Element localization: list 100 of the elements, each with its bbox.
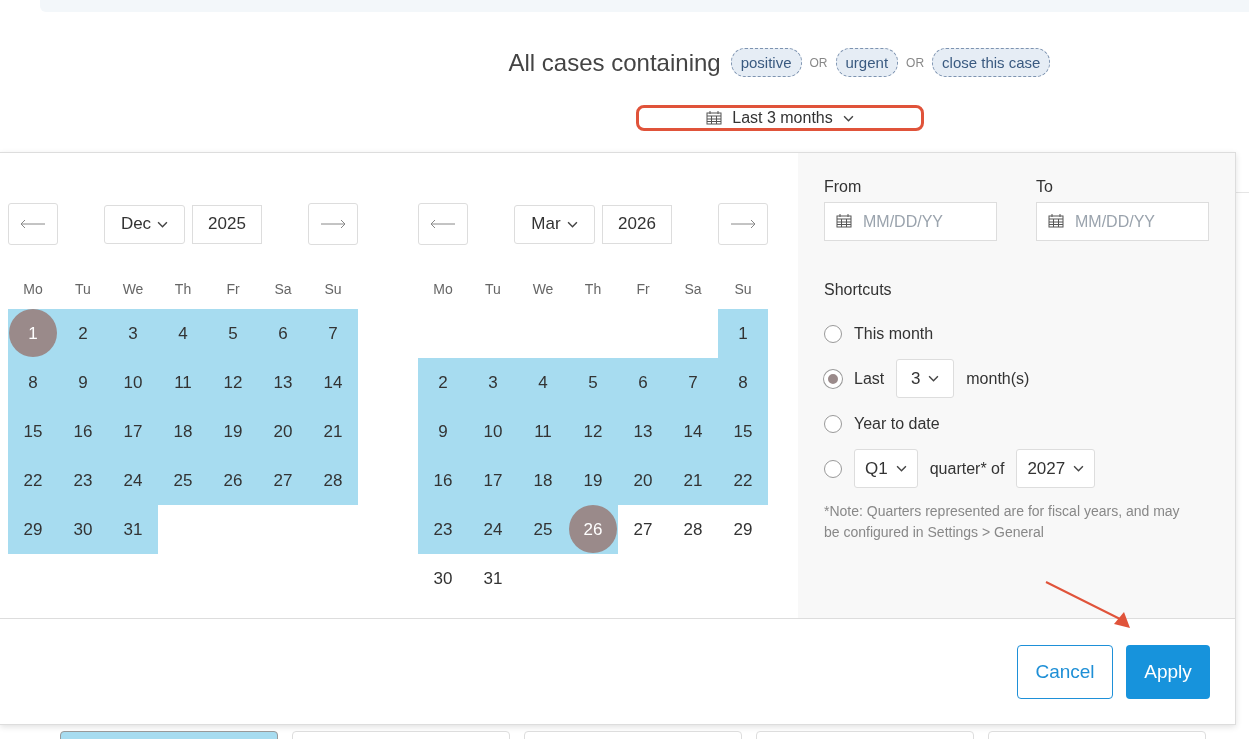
year-field[interactable]: 2025 xyxy=(192,204,262,244)
option-label: quarter* of xyxy=(929,459,1005,478)
calendar-day[interactable]: 8 xyxy=(718,358,768,407)
calendar-day[interactable]: 27 xyxy=(258,456,308,505)
calendar-day[interactable]: 4 xyxy=(518,358,568,407)
calendar-day[interactable]: 3 xyxy=(108,309,158,358)
weekday-label: Su xyxy=(733,280,753,299)
next-month-button[interactable] xyxy=(308,203,358,245)
weekday-label: Th xyxy=(173,280,193,299)
calendar-day[interactable]: 15 xyxy=(718,407,768,456)
radio-button[interactable] xyxy=(824,414,842,433)
calendar-day[interactable]: 31 xyxy=(468,554,518,603)
calendar-day[interactable]: 24 xyxy=(108,456,158,505)
calendar-day[interactable]: 10 xyxy=(108,358,158,407)
weekday-label: Th xyxy=(583,280,603,299)
calendar-day[interactable]: 14 xyxy=(668,407,718,456)
calendar-day[interactable]: 13 xyxy=(258,358,308,407)
date-input-field[interactable]: MM/DD/YY xyxy=(824,202,997,241)
calendar-day[interactable]: 17 xyxy=(468,456,518,505)
calendar-day[interactable]: 29 xyxy=(8,505,58,554)
search-term-chip[interactable]: positive xyxy=(730,48,802,77)
calendar-day[interactable]: 28 xyxy=(668,505,718,554)
calendar-day[interactable]: 28 xyxy=(308,456,358,505)
year-field[interactable]: 2026 xyxy=(602,204,672,244)
calendar-day[interactable]: 15 xyxy=(8,407,58,456)
weekday-label: Sa xyxy=(683,280,703,299)
calendar-day[interactable]: 17 xyxy=(108,407,158,456)
calendar-day[interactable]: 22 xyxy=(718,456,768,505)
calendar-icon xyxy=(706,111,723,125)
calendar-day[interactable]: 22 xyxy=(8,456,58,505)
calendar-day[interactable]: 10 xyxy=(468,407,518,456)
search-term-chip[interactable]: urgent xyxy=(835,48,899,77)
calendar-day[interactable]: 25 xyxy=(158,456,208,505)
calendar-day[interactable]: 25 xyxy=(518,505,568,554)
calendar-day[interactable]: 5 xyxy=(568,358,618,407)
option-label: Last xyxy=(854,369,885,388)
caret-icon xyxy=(928,375,940,382)
calendar-day[interactable]: 8 xyxy=(8,358,58,407)
calendar-day[interactable]: 11 xyxy=(518,407,568,456)
calendar-day[interactable]: 2 xyxy=(418,358,468,407)
calendar-day[interactable]: 30 xyxy=(418,554,468,603)
previous-month-button[interactable] xyxy=(418,203,468,245)
calendar-day[interactable]: 20 xyxy=(618,456,668,505)
weekday-label: Fr xyxy=(635,280,651,299)
calendar-day[interactable]: 19 xyxy=(568,456,618,505)
calendar-day[interactable]: 2 xyxy=(58,309,108,358)
count-select[interactable]: 3 xyxy=(896,359,955,398)
calendar-day[interactable]: 1 xyxy=(718,309,768,358)
caret-icon xyxy=(895,465,907,472)
next-month-button[interactable] xyxy=(718,203,768,245)
month-select[interactable]: Mar xyxy=(514,204,595,244)
calendar-day[interactable]: 30 xyxy=(58,505,108,554)
calendar-day[interactable]: 18 xyxy=(158,407,208,456)
calendar-day[interactable]: 7 xyxy=(668,358,718,407)
cancel-button[interactable]: Cancel xyxy=(1017,645,1113,699)
month-select[interactable]: Dec xyxy=(104,204,185,244)
previous-month-button[interactable] xyxy=(8,203,58,245)
quarter-select[interactable]: Q1 xyxy=(854,449,918,488)
calendar-day[interactable]: 4 xyxy=(158,309,208,358)
calendar-day[interactable]: 16 xyxy=(418,456,468,505)
calendar-day[interactable]: 23 xyxy=(58,456,108,505)
calendar-day[interactable]: 23 xyxy=(418,505,468,554)
option-label: month(s) xyxy=(966,369,1030,388)
date-range-dropdown[interactable]: Last 3 months xyxy=(636,105,924,131)
calendar-day[interactable]: 20 xyxy=(258,407,308,456)
calendar-day[interactable]: 9 xyxy=(58,358,108,407)
calendar-day[interactable]: 6 xyxy=(618,358,668,407)
date-input-field[interactable]: MM/DD/YY xyxy=(1036,202,1209,241)
calendar-day[interactable]: 3 xyxy=(468,358,518,407)
calendar-day[interactable]: 19 xyxy=(208,407,258,456)
option-label: Year to date xyxy=(854,414,940,433)
calendar-day[interactable]: 5 xyxy=(208,309,258,358)
weekday-label: Mo xyxy=(22,280,44,299)
calendar-day[interactable]: 26 xyxy=(208,456,258,505)
calendar-day[interactable]: 11 xyxy=(158,358,208,407)
calendar-day[interactable]: 6 xyxy=(258,309,308,358)
calendar-day[interactable]: 13 xyxy=(618,407,668,456)
caret-icon xyxy=(157,220,169,228)
calendar-day[interactable]: 9 xyxy=(418,407,468,456)
field-label: From xyxy=(824,178,863,196)
calendar-day[interactable]: 12 xyxy=(568,407,618,456)
search-term-chip[interactable]: close this case xyxy=(932,48,1051,77)
calendar-day[interactable]: 21 xyxy=(668,456,718,505)
calendar-day[interactable]: 29 xyxy=(718,505,768,554)
or-label: OR xyxy=(809,55,828,70)
calendar-day[interactable]: 7 xyxy=(308,309,358,358)
radio-button[interactable] xyxy=(824,459,842,478)
year-select[interactable]: 2027 xyxy=(1016,449,1096,488)
calendar-day[interactable]: 14 xyxy=(308,358,358,407)
calendar-day[interactable]: 16 xyxy=(58,407,108,456)
radio-button[interactable] xyxy=(824,324,842,343)
calendar-day[interactable]: 31 xyxy=(108,505,158,554)
calendar-day[interactable]: 21 xyxy=(308,407,358,456)
or-label: OR xyxy=(906,55,925,70)
calendar-day[interactable]: 12 xyxy=(208,358,258,407)
calendar-day[interactable]: 18 xyxy=(518,456,568,505)
weekday-label: Tu xyxy=(74,280,92,299)
calendar-day[interactable]: 27 xyxy=(618,505,668,554)
left-arrow-icon xyxy=(20,219,46,229)
calendar-day[interactable]: 24 xyxy=(468,505,518,554)
